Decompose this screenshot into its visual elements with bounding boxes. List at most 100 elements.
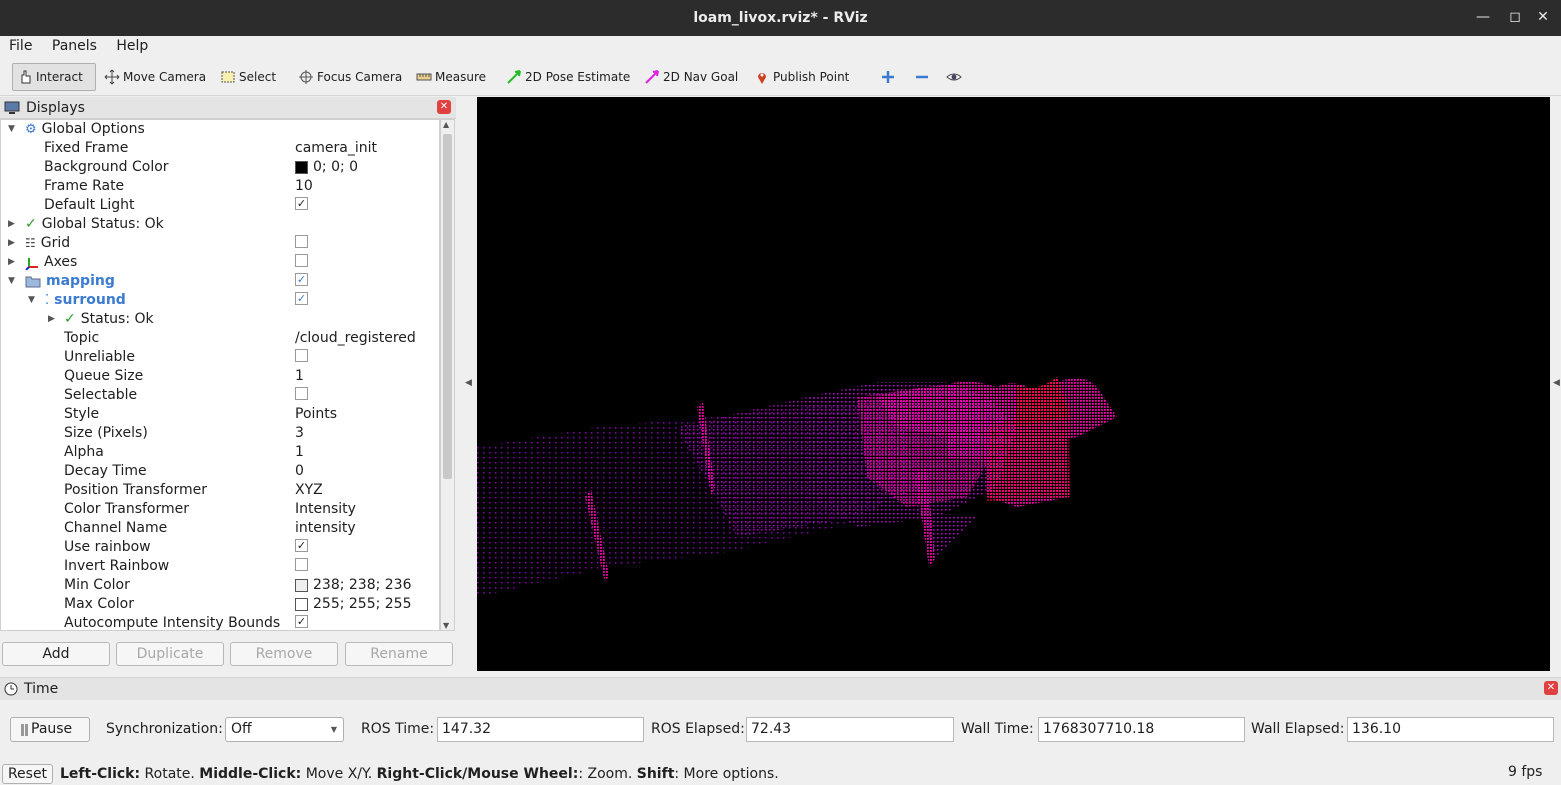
tree-row-fixed-frame[interactable]: Fixed Frame camera_init bbox=[1, 139, 439, 158]
max-color-swatch[interactable] bbox=[295, 598, 308, 611]
menu-help[interactable]: Help bbox=[107, 36, 154, 54]
decay-time-label: Decay Time bbox=[64, 463, 147, 479]
tree-row-decay-time[interactable]: Decay Time 0 bbox=[1, 462, 439, 481]
topic-value[interactable]: /cloud_registered bbox=[295, 329, 416, 348]
tree-row-axes[interactable]: ▶ Axes bbox=[1, 253, 439, 272]
scroll-up-icon[interactable]: ▲ bbox=[443, 120, 449, 129]
collapsed-arrow-icon[interactable]: ▶ bbox=[48, 310, 55, 329]
position-transformer-value[interactable]: XYZ bbox=[295, 481, 323, 500]
axes-icon bbox=[25, 257, 38, 270]
plus-icon bbox=[882, 71, 894, 83]
render-viewport[interactable] bbox=[477, 97, 1550, 671]
tree-row-use-rainbow[interactable]: Use rainbow ✓ bbox=[1, 538, 439, 557]
view-tool-button[interactable] bbox=[942, 63, 966, 91]
tree-row-style[interactable]: Style Points bbox=[1, 405, 439, 424]
collapse-right-icon[interactable]: ◀ bbox=[1553, 378, 1560, 388]
menu-panels[interactable]: Panels bbox=[43, 36, 103, 54]
add-button[interactable]: Add bbox=[2, 642, 110, 666]
tree-scrollbar[interactable]: ▲ ▼ bbox=[440, 119, 455, 631]
tree-row-topic[interactable]: Topic /cloud_registered bbox=[1, 329, 439, 348]
tree-row-unreliable[interactable]: Unreliable bbox=[1, 348, 439, 367]
expanded-arrow-icon[interactable]: ▼ bbox=[8, 272, 15, 291]
selectable-checkbox[interactable] bbox=[295, 387, 308, 400]
unreliable-checkbox[interactable] bbox=[295, 349, 308, 362]
tree-row-min-color[interactable]: Min Color 238; 238; 236 bbox=[1, 576, 439, 595]
mapping-checkbox[interactable]: ✓ bbox=[295, 273, 308, 286]
collapsed-arrow-icon[interactable]: ▶ bbox=[8, 234, 15, 253]
style-value[interactable]: Points bbox=[295, 405, 337, 424]
tree-row-queue-size[interactable]: Queue Size 1 bbox=[1, 367, 439, 386]
tree-row-global-options[interactable]: ▼ ⚙ Global Options bbox=[1, 120, 439, 139]
menu-file[interactable]: File bbox=[0, 36, 38, 54]
wall-time-field[interactable]: 1768307710.18 bbox=[1038, 717, 1245, 742]
collapsed-arrow-icon[interactable]: ▶ bbox=[8, 253, 15, 272]
expanded-arrow-icon[interactable]: ▼ bbox=[28, 291, 35, 310]
pose-estimate-button[interactable]: 2D Pose Estimate bbox=[502, 63, 634, 91]
default-light-checkbox[interactable]: ✓ bbox=[295, 197, 308, 210]
max-color-value[interactable]: 255; 255; 255 bbox=[313, 595, 412, 614]
focus-camera-button[interactable]: Focus Camera bbox=[294, 63, 406, 91]
publish-point-button[interactable]: Publish Point bbox=[750, 63, 853, 91]
tree-row-global-status[interactable]: ▶ ✓ Global Status: Ok bbox=[1, 215, 439, 234]
autocompute-checkbox[interactable]: ✓ bbox=[295, 615, 308, 628]
decay-time-value[interactable]: 0 bbox=[295, 462, 304, 481]
panel-close-icon[interactable]: ✕ bbox=[437, 100, 451, 114]
fixed-frame-value[interactable]: camera_init bbox=[295, 139, 377, 158]
expanded-arrow-icon[interactable]: ▼ bbox=[8, 120, 15, 139]
tree-row-default-light[interactable]: Default Light ✓ bbox=[1, 196, 439, 215]
reset-button[interactable]: Reset bbox=[2, 764, 53, 784]
nav-goal-button[interactable]: 2D Nav Goal bbox=[640, 63, 742, 91]
tree-row-alpha[interactable]: Alpha 1 bbox=[1, 443, 439, 462]
alpha-value[interactable]: 1 bbox=[295, 443, 304, 462]
sync-dropdown[interactable]: Off ▼ bbox=[225, 717, 344, 742]
tree-row-color-transformer[interactable]: Color Transformer Intensity bbox=[1, 500, 439, 519]
queue-size-value[interactable]: 1 bbox=[295, 367, 304, 386]
size-value[interactable]: 3 bbox=[295, 424, 304, 443]
ros-elapsed-field[interactable]: 72.43 bbox=[746, 717, 954, 742]
ros-time-field[interactable]: 147.32 bbox=[437, 717, 644, 742]
use-rainbow-checkbox[interactable]: ✓ bbox=[295, 539, 308, 552]
tree-row-surround[interactable]: ▼ ⁚ surround ✓ bbox=[1, 291, 439, 310]
interact-tool-button[interactable]: Interact bbox=[12, 63, 96, 91]
tree-row-invert-rainbow[interactable]: Invert Rainbow bbox=[1, 557, 439, 576]
wall-elapsed-field[interactable]: 136.10 bbox=[1347, 717, 1554, 742]
background-color-swatch[interactable] bbox=[295, 161, 308, 174]
surround-checkbox[interactable]: ✓ bbox=[295, 292, 308, 305]
time-panel-close-icon[interactable]: ✕ bbox=[1544, 681, 1558, 695]
measure-tool-button[interactable]: Measure bbox=[412, 63, 490, 91]
scrollbar-thumb[interactable] bbox=[443, 134, 452, 479]
add-tool-button[interactable] bbox=[876, 63, 900, 91]
tree-row-channel-name[interactable]: Channel Name intensity bbox=[1, 519, 439, 538]
tree-row-grid[interactable]: ▶ ☷ Grid bbox=[1, 234, 439, 253]
channel-name-value[interactable]: intensity bbox=[295, 519, 356, 538]
collapsed-arrow-icon[interactable]: ▶ bbox=[8, 215, 15, 234]
move-camera-button[interactable]: Move Camera bbox=[100, 63, 210, 91]
axes-checkbox[interactable] bbox=[295, 254, 308, 267]
collapse-left-icon[interactable]: ◀ bbox=[465, 378, 472, 388]
tree-row-autocompute[interactable]: Autocompute Intensity Bounds ✓ bbox=[1, 614, 439, 630]
color-transformer-value[interactable]: Intensity bbox=[295, 500, 356, 519]
select-tool-button[interactable]: Select bbox=[216, 63, 280, 91]
tree-row-position-transformer[interactable]: Position Transformer XYZ bbox=[1, 481, 439, 500]
tree-row-status[interactable]: ▶ ✓ Status: Ok bbox=[1, 310, 439, 329]
remove-tool-button[interactable] bbox=[910, 63, 934, 91]
duplicate-button[interactable]: Duplicate bbox=[116, 642, 224, 666]
scroll-down-icon[interactable]: ▼ bbox=[443, 621, 449, 630]
pause-button[interactable]: Pause bbox=[10, 717, 90, 742]
tree-row-mapping[interactable]: ▼ mapping ✓ bbox=[1, 272, 439, 291]
grid-checkbox[interactable] bbox=[295, 235, 308, 248]
min-color-swatch[interactable] bbox=[295, 579, 308, 592]
tree-row-background-color[interactable]: Background Color 0; 0; 0 bbox=[1, 158, 439, 177]
close-icon[interactable]: ✕ bbox=[1525, 0, 1561, 36]
tree-row-frame-rate[interactable]: Frame Rate 10 bbox=[1, 177, 439, 196]
rename-button[interactable]: Rename bbox=[345, 642, 453, 666]
background-color-value[interactable]: 0; 0; 0 bbox=[313, 158, 358, 177]
frame-rate-value[interactable]: 10 bbox=[295, 177, 313, 196]
minimize-icon[interactable]: — bbox=[1465, 0, 1501, 36]
invert-rainbow-checkbox[interactable] bbox=[295, 558, 308, 571]
tree-row-size[interactable]: Size (Pixels) 3 bbox=[1, 424, 439, 443]
tree-row-selectable[interactable]: Selectable bbox=[1, 386, 439, 405]
tree-row-max-color[interactable]: Max Color 255; 255; 255 bbox=[1, 595, 439, 614]
min-color-value[interactable]: 238; 238; 236 bbox=[313, 576, 412, 595]
remove-button[interactable]: Remove bbox=[230, 642, 338, 666]
